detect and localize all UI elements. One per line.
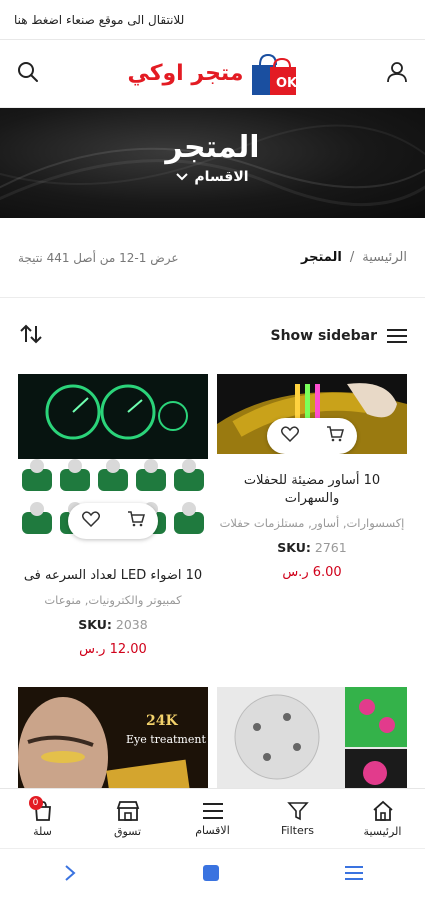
sanaa-site-link[interactable]: للانتقال الى موقع صنعاء اضغط هنا	[14, 13, 184, 27]
bottom-navigation: 0 سلة تسوق الاقسام Filters الرئيسية	[0, 788, 425, 848]
nav-shop[interactable]: تسوق	[88, 800, 168, 838]
nav-shop-label: تسوق	[113, 824, 142, 838]
product-categories[interactable]: كمبيوتر والكترونيات, منوعات	[18, 593, 208, 607]
nav-filters-label: Filters	[281, 823, 314, 837]
sku-label: SKU:	[78, 617, 112, 632]
sku-value: 2038	[115, 617, 148, 632]
nav-home-label: الرئيسية	[363, 824, 402, 838]
breadcrumb-separator: /	[349, 250, 355, 265]
result-count: عرض 1-12 من أصل 441 نتيجة	[18, 250, 179, 265]
page-title: المتجر	[165, 130, 260, 165]
shopping-bag-logo-icon: OK	[251, 53, 298, 95]
logo-text: متجر اوكي	[127, 61, 244, 86]
hamburger-icon	[387, 329, 407, 343]
nav-cart[interactable]: 0 سلة	[3, 795, 83, 838]
product-image[interactable]	[18, 374, 208, 549]
shop-toolbar: Show sidebar	[0, 298, 425, 374]
product-actions	[68, 503, 158, 539]
filter-icon	[286, 801, 309, 820]
product-price: 12.00 ر.س	[79, 642, 147, 657]
product-title[interactable]: 10 أساور مضيئة للحفلات والسهرات	[217, 472, 407, 508]
site-logo[interactable]: متجر اوكي OK	[127, 51, 298, 97]
breadcrumb-home[interactable]: الرئيسية	[362, 250, 407, 265]
add-to-cart-icon[interactable]	[326, 426, 344, 446]
nav-categories[interactable]: الاقسام	[173, 801, 253, 837]
breadcrumb-current: المتجر	[301, 250, 342, 265]
search-icon[interactable]	[16, 60, 40, 88]
store-icon	[116, 800, 139, 821]
promo-treatment-text: Eye treatment	[126, 733, 206, 746]
logo-badge-text: OK	[276, 76, 298, 91]
nav-home[interactable]: الرئيسية	[343, 800, 423, 838]
home-square-icon[interactable]	[202, 864, 220, 886]
product-sku: SKU: 2038	[18, 617, 208, 632]
product-image[interactable]: 24K Eye treatment	[18, 687, 208, 797]
breadcrumb: الرئيسية / المتجر	[301, 250, 407, 265]
product-card[interactable]: 10 أساور مضيئة للحفلات والسهرات إكسسوارا…	[217, 374, 407, 657]
cart-count-badge: 0	[28, 795, 43, 810]
nav-categories-label: الاقسام	[195, 823, 230, 837]
back-chevron-icon[interactable]	[63, 864, 77, 886]
categories-label: الاقسام	[194, 169, 249, 185]
heart-icon[interactable]	[280, 426, 299, 446]
home-icon	[372, 800, 393, 821]
account-icon[interactable]	[385, 60, 409, 88]
sort-icon[interactable]	[18, 322, 44, 350]
site-header: متجر اوكي OK	[0, 40, 425, 108]
shop-hero-banner: المتجر الاقسام	[0, 108, 425, 218]
sku-value: 2761	[314, 540, 347, 555]
add-to-cart-icon[interactable]	[127, 511, 145, 531]
sku-label: SKU:	[277, 540, 311, 555]
chevron-down-icon	[176, 173, 189, 181]
nav-filters[interactable]: Filters	[258, 801, 338, 837]
categories-dropdown[interactable]: الاقسام	[176, 169, 249, 185]
system-navigation-bar	[0, 848, 425, 900]
menu-icon	[202, 802, 223, 819]
promo-24k-text: 24K	[146, 713, 178, 729]
product-image[interactable]	[217, 374, 407, 454]
product-grid-row-2: 24K Eye treatment	[0, 687, 425, 797]
product-title[interactable]: 10 اضواء LED لعداد السرعه فى	[18, 567, 208, 585]
product-categories[interactable]: إكسسوارات, أساور, مستلزمات حفلات	[217, 516, 407, 530]
product-sku: SKU: 2761	[217, 540, 407, 555]
heart-icon[interactable]	[81, 511, 100, 531]
product-image[interactable]	[217, 687, 407, 797]
show-sidebar-button[interactable]: Show sidebar	[270, 328, 407, 344]
breadcrumb-row: عرض 1-12 من أصل 441 نتيجة الرئيسية / الم…	[0, 218, 425, 298]
product-grid: 10 اضواء LED لعداد السرعه فى كمبيوتر وال…	[0, 374, 425, 657]
top-announcement-bar[interactable]: للانتقال الى موقع صنعاء اضغط هنا	[0, 0, 425, 40]
nav-cart-label: سلة	[33, 824, 52, 838]
product-card[interactable]: 10 اضواء LED لعداد السرعه فى كمبيوتر وال…	[18, 374, 208, 657]
show-sidebar-label: Show sidebar	[270, 328, 378, 344]
product-price: 6.00 ر.س	[282, 565, 342, 580]
recents-lines-icon[interactable]	[344, 865, 363, 885]
product-actions	[267, 418, 357, 454]
